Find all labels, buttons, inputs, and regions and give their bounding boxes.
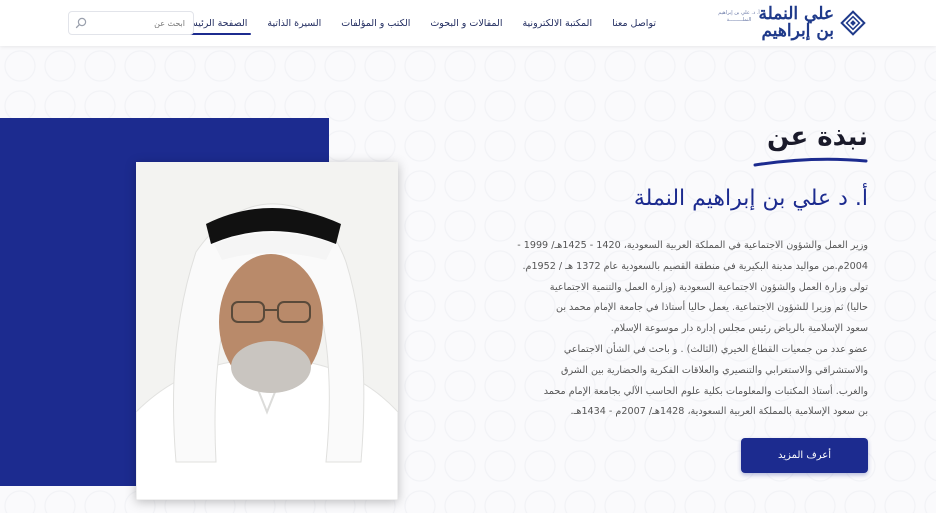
nav-item-library[interactable]: المكتبة الالكترونية <box>512 0 602 46</box>
logo-sub-line: أ. د. علي بن إبراهيم <box>718 10 760 16</box>
site-header: علي النملة بن إبراهيم أ. د. علي بن إبراه… <box>0 0 936 46</box>
search-icon[interactable] <box>75 17 87 29</box>
bio-line: بن سعود الإسلامية بالمملكة العربية السعو… <box>570 406 868 418</box>
bio-text: وزير العمل والشؤون الاجتماعية في المملكة… <box>468 236 868 423</box>
nav-item-biography[interactable]: السيرة الذاتية <box>257 0 331 46</box>
main-nav: الصفحة الرئيسية السيرة الذاتية الكتب و ا… <box>172 0 666 46</box>
nav-item-contact[interactable]: تواصل معنا <box>602 0 666 46</box>
bio-line: سعود الإسلامية بالرياض رئيس مجلس إدارة د… <box>610 323 868 335</box>
portrait-photo <box>136 162 398 500</box>
logo-sub-line: النملـــــــــة <box>726 17 752 23</box>
logo-wordmark: علي النملة بن إبراهيم <box>759 6 834 40</box>
bio-line: والغرب. أستاذ المكتبات والمعلومات بكلية … <box>543 385 868 397</box>
title-underline <box>753 157 868 167</box>
section-title: نبذة عن <box>767 122 868 152</box>
person-name: أ. د علي بن إبراهيم النملة <box>633 186 868 211</box>
bio-line: عضو عدد من جمعيات القطاع الخيري (الثالث)… <box>563 343 868 355</box>
search-box <box>68 11 194 35</box>
nav-item-articles[interactable]: المقالات و البحوث <box>420 0 512 46</box>
bio-line: والاستشراقي والاستغرابي والتنصيري والعلا… <box>561 364 868 376</box>
portrait-illustration <box>136 162 398 500</box>
logo-subtitle: أ. د. علي بن إبراهيم النملـــــــــة <box>714 10 764 24</box>
bio-line: وزير العمل والشؤون الاجتماعية في المملكة… <box>517 240 868 251</box>
bio-line: حاليا) ثم وزيرا للشؤون الاجتماعية. يعمل … <box>556 302 868 314</box>
geometric-diamond-logo-icon <box>840 10 866 36</box>
search-input[interactable] <box>105 15 185 31</box>
bio-line: تولى وزارة العمل والشؤون الاجتماعية السع… <box>549 281 868 293</box>
logo-name-line: بن إبراهيم <box>761 21 834 41</box>
bio-line: 2004م.من مواليد مدينة البكيرية في منطقة … <box>522 260 868 272</box>
learn-more-button[interactable]: أعرف المزيد <box>741 438 868 473</box>
nav-item-books[interactable]: الكتب و المؤلفات <box>331 0 420 46</box>
site-logo[interactable]: علي النملة بن إبراهيم أ. د. علي بن إبراه… <box>713 6 868 40</box>
